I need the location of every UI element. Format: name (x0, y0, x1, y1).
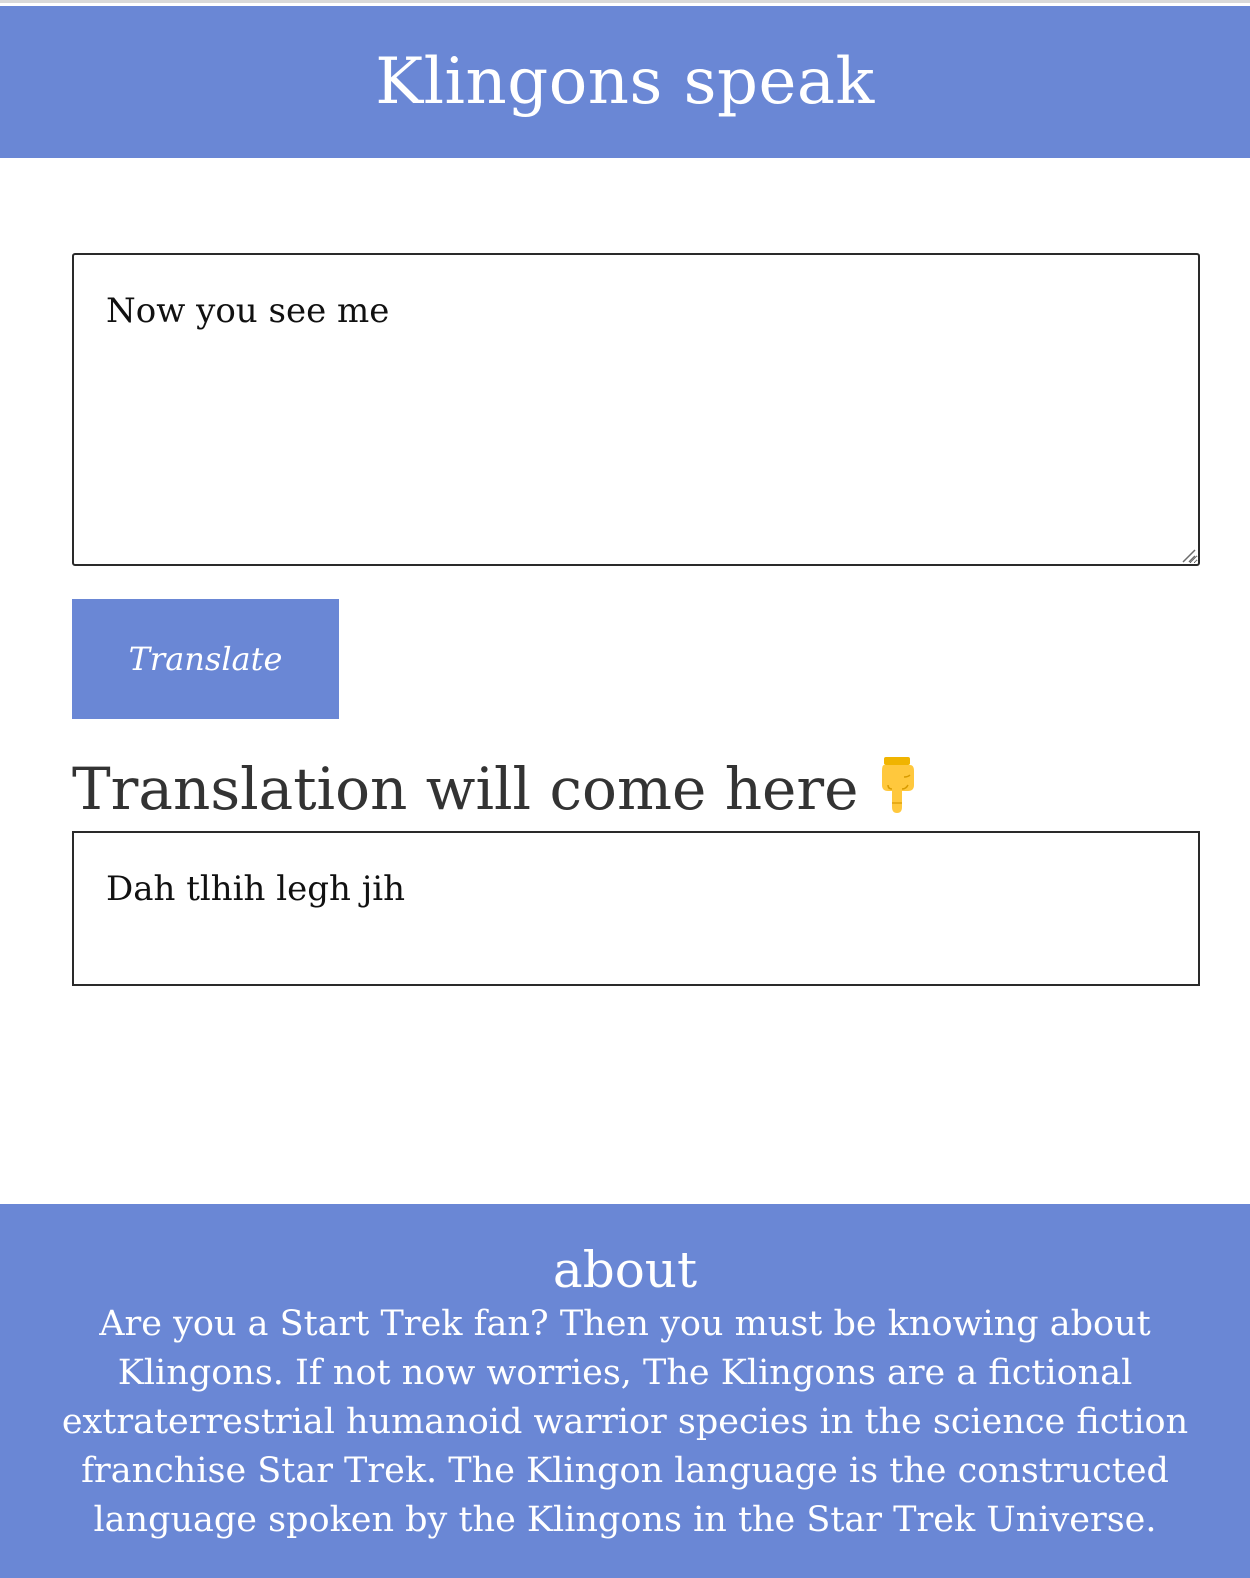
about-footer: about Are you a Start Trek fan? Then you… (0, 1204, 1250, 1578)
about-heading: about (552, 1241, 698, 1299)
text-input[interactable] (72, 253, 1200, 566)
backhand-index-pointing-down-icon (876, 755, 920, 815)
output-heading: Translation will come here (72, 755, 920, 823)
translation-output-text: Dah tlhih legh jih (106, 869, 406, 909)
header-bar: Klingons speak (0, 6, 1250, 158)
output-heading-text: Translation will come here (72, 755, 859, 823)
resize-grip-icon[interactable] (1180, 547, 1196, 563)
app-title: Klingons speak (375, 45, 875, 119)
translate-button[interactable]: Translate (72, 599, 339, 719)
about-text: Are you a Start Trek fan? Then you must … (61, 1304, 1189, 1540)
page: Klingons speak Translate Translation wil… (0, 0, 1250, 1578)
translation-output: Dah tlhih legh jih (72, 831, 1200, 986)
